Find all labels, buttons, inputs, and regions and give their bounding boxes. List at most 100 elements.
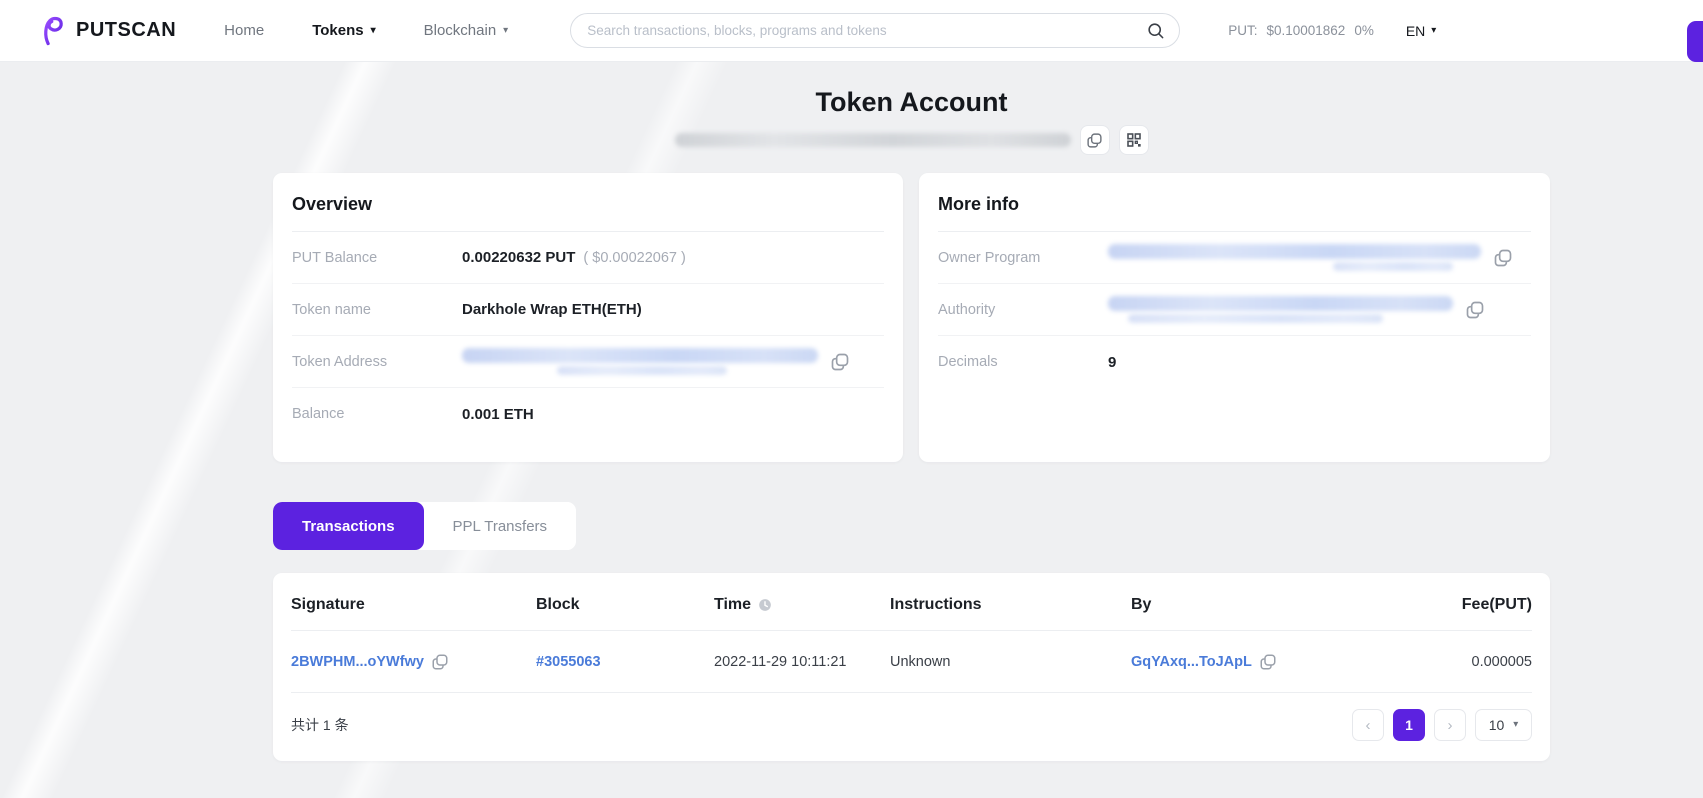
copy-icon [1086, 132, 1103, 149]
owner-program-label: Owner Program [938, 250, 1108, 266]
decimals-label: Decimals [938, 354, 1108, 370]
chevron-down-icon: ▾ [503, 26, 508, 36]
put-price-value: $0.10001862 [1266, 23, 1345, 38]
header-signature: Signature [291, 596, 536, 614]
language-label: EN [1406, 23, 1425, 39]
tab-bar: Transactions PPL Transfers [273, 502, 576, 550]
table-row: 2BWPHM...oYWfwy #3055063 2022-11-29 10:1… [291, 631, 1532, 693]
copy-token-address-button[interactable] [830, 352, 850, 372]
authority-label: Authority [938, 302, 1108, 318]
copy-icon [1493, 248, 1513, 268]
signature-link[interactable]: 2BWPHM...oYWfwy [291, 654, 424, 670]
next-page-button[interactable]: › [1434, 709, 1466, 741]
copy-by-address-button[interactable] [1259, 653, 1277, 671]
instructions-cell: Unknown [890, 654, 1131, 670]
qr-code-button[interactable] [1119, 125, 1149, 155]
nav-item-tokens-label: Tokens [312, 22, 363, 39]
owner-program-row: Owner Program [938, 232, 1531, 284]
chevron-down-icon: ▾ [1513, 720, 1518, 730]
table-header-row: Signature Block Time Instructions By Fee… [291, 579, 1532, 631]
header-fee: Fee(PUT) [1401, 596, 1532, 614]
page-size-select[interactable]: 10 ▾ [1475, 709, 1532, 741]
chevron-left-icon: ‹ [1366, 717, 1371, 734]
balance-value: 0.001 ETH [462, 406, 534, 423]
page-1-button[interactable]: 1 [1393, 709, 1425, 741]
tab-ppl-transfers[interactable]: PPL Transfers [424, 502, 576, 550]
account-address-row [273, 124, 1550, 156]
nav-item-blockchain[interactable]: Blockchain ▾ [424, 22, 509, 39]
header-instructions: Instructions [890, 596, 1131, 614]
copy-icon [1465, 300, 1485, 320]
time-cell: 2022-11-29 10:11:21 [714, 654, 890, 670]
search-input[interactable] [587, 23, 1146, 38]
token-address-row: Token Address [292, 336, 884, 388]
main-content: Token Account Overview [273, 87, 1550, 761]
token-address-redacted [462, 348, 818, 375]
block-cell: #3055063 [536, 654, 714, 670]
decimals-value: 9 [1108, 354, 1116, 371]
overview-card: Overview PUT Balance 0.00220632 PUT ( $0… [273, 173, 903, 462]
nav-item-tokens[interactable]: Tokens ▾ [312, 22, 375, 39]
put-balance-usd: ( $0.00022067 ) [583, 250, 685, 266]
nav-item-blockchain-label: Blockchain [424, 22, 497, 39]
search-icon [1146, 21, 1165, 40]
qr-code-icon [1126, 132, 1142, 148]
main-nav: Home Tokens ▾ Blockchain ▾ [224, 22, 508, 39]
block-link[interactable]: #3055063 [536, 654, 601, 670]
by-link[interactable]: GqYAxq...ToJApL [1131, 654, 1252, 670]
brand-name: PUTSCAN [76, 19, 176, 42]
page-title: Token Account [273, 87, 1550, 118]
token-name-value: Darkhole Wrap ETH(ETH) [462, 301, 642, 318]
header-block: Block [536, 596, 714, 614]
navbar: PUTSCAN Home Tokens ▾ Blockchain ▾ PUT: … [0, 0, 1703, 62]
pagination: ‹ 1 › 10 ▾ [1352, 709, 1532, 741]
chevron-down-icon: ▾ [1431, 26, 1436, 36]
put-price-change: 0% [1354, 23, 1374, 38]
copy-owner-program-button[interactable] [1493, 248, 1513, 268]
fee-cell: 0.000005 [1401, 654, 1532, 670]
info-cards: Overview PUT Balance 0.00220632 PUT ( $0… [273, 173, 1550, 462]
total-count: 共计 1 条 [291, 715, 349, 735]
search-bar [570, 13, 1180, 48]
signature-cell: 2BWPHM...oYWfwy [291, 653, 536, 671]
put-price-ticker: PUT: $0.10001862 0% [1228, 23, 1374, 38]
put-balance-row: PUT Balance 0.00220632 PUT ( $0.00022067… [292, 232, 884, 284]
token-name-label: Token name [292, 302, 462, 318]
search-button[interactable] [1146, 21, 1165, 40]
table-footer: 共计 1 条 ‹ 1 › 10 ▾ [291, 693, 1532, 757]
owner-program-redacted [1108, 244, 1481, 271]
account-address-redacted [675, 133, 1071, 147]
put-price-label: PUT: [1228, 23, 1257, 38]
put-balance-value: 0.00220632 PUT [462, 249, 575, 266]
language-selector[interactable]: EN ▾ [1406, 23, 1436, 39]
chevron-down-icon: ▾ [371, 26, 376, 36]
connect-wallet-button[interactable] [1687, 21, 1703, 62]
balance-row: Balance 0.001 ETH [292, 388, 884, 440]
header-time-label: Time [714, 596, 751, 614]
nav-item-home[interactable]: Home [224, 22, 264, 39]
page-size-value: 10 [1489, 717, 1505, 733]
header-time: Time [714, 596, 890, 614]
authority-row: Authority [938, 284, 1531, 336]
header-by: By [1131, 596, 1401, 614]
tab-transactions[interactable]: Transactions [273, 502, 424, 550]
authority-redacted [1108, 296, 1453, 323]
decimals-row: Decimals 9 [938, 336, 1531, 388]
copy-icon [1259, 653, 1277, 671]
more-info-card: More info Owner Program [919, 173, 1550, 462]
transactions-table-card: Signature Block Time Instructions By Fee… [273, 573, 1550, 761]
by-cell: GqYAxq...ToJApL [1131, 653, 1401, 671]
balance-label: Balance [292, 406, 462, 422]
prev-page-button[interactable]: ‹ [1352, 709, 1384, 741]
copy-address-button[interactable] [1080, 125, 1110, 155]
put-balance-label: PUT Balance [292, 250, 462, 266]
token-address-label: Token Address [292, 354, 462, 370]
more-info-title: More info [938, 194, 1531, 232]
chevron-right-icon: › [1448, 717, 1453, 734]
copy-signature-button[interactable] [431, 653, 449, 671]
clock-icon[interactable] [758, 598, 772, 612]
putscan-logo-icon [40, 15, 67, 47]
token-name-row: Token name Darkhole Wrap ETH(ETH) [292, 284, 884, 336]
brand-logo[interactable]: PUTSCAN [40, 15, 176, 47]
copy-authority-button[interactable] [1465, 300, 1485, 320]
